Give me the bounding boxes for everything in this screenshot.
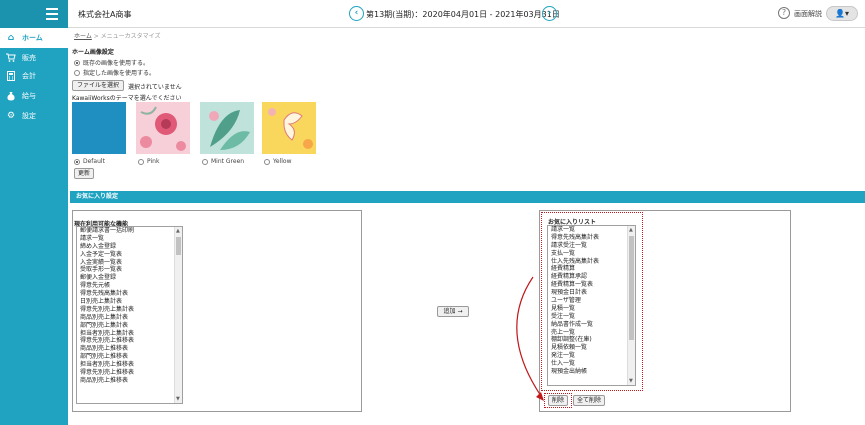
radio-button[interactable] xyxy=(138,158,144,165)
sidebar: ⌂ ホーム 販売 会計 給与 ⚙ 設定 xyxy=(0,0,68,425)
sidebar-item-label: ホーム xyxy=(22,34,43,42)
chevron-right-icon: › xyxy=(547,8,552,18)
company-name: 株式会社A商事 xyxy=(78,10,132,19)
available-list-scrollbar[interactable]: ▲ ▼ xyxy=(174,227,182,403)
sidebar-item-label: 販売 xyxy=(22,54,36,62)
list-item[interactable]: 締め入金登録 xyxy=(77,243,182,251)
radio-button[interactable] xyxy=(264,158,270,165)
list-item[interactable]: 請求一覧 xyxy=(77,235,182,243)
radio-button[interactable] xyxy=(74,59,80,66)
theme-mint-green-thumbnail[interactable] xyxy=(200,102,254,154)
help-icon[interactable]: ? xyxy=(778,7,790,19)
sidebar-item-settings[interactable]: ⚙ 設定 xyxy=(0,106,68,126)
list-item[interactable]: 入金予定一覧表 xyxy=(77,251,182,259)
header: 株式会社A商事 ‹ 第13期(当期)：2020年04月01日 - 2021年03… xyxy=(68,0,865,28)
scroll-thumb[interactable] xyxy=(176,237,181,255)
menu-toggle-button[interactable] xyxy=(0,0,68,28)
sidebar-item-payroll[interactable]: 給与 xyxy=(0,86,68,106)
chevron-left-icon: ‹ xyxy=(354,8,359,18)
theme-default-option[interactable]: Default xyxy=(74,158,105,165)
option-label: 指定した画像を使用する。 xyxy=(83,70,156,77)
sidebar-item-label: 給与 xyxy=(22,92,36,100)
help-link[interactable]: 画面解説 xyxy=(794,9,822,19)
default-image-option[interactable]: 既存の画像を使用する。 xyxy=(74,58,149,67)
scroll-down-icon[interactable]: ▼ xyxy=(176,396,180,402)
theme-label: Mint Green xyxy=(211,158,245,165)
list-item[interactable]: 担当者別売上推移表 xyxy=(77,361,182,369)
home-icon: ⌂ xyxy=(7,33,15,43)
breadcrumb-separator: > xyxy=(91,33,101,40)
sidebar-item-home[interactable]: ⌂ ホーム xyxy=(0,28,68,48)
user-menu-button[interactable]: 👤▾ xyxy=(826,6,858,21)
list-item[interactable]: 得意先残高集計表 xyxy=(77,290,182,298)
favorites-highlight-annotation xyxy=(541,212,643,391)
previous-period-button[interactable]: ‹ xyxy=(349,6,364,21)
list-item[interactable]: 得意先別売上集計表 xyxy=(77,306,182,314)
theme-label: Default xyxy=(83,158,105,165)
list-item[interactable]: 得意先別売上推移表 xyxy=(77,369,182,377)
sidebar-item-label: 設定 xyxy=(22,112,36,120)
calculator-icon xyxy=(6,71,16,81)
money-bag-icon xyxy=(6,91,16,101)
scroll-up-icon[interactable]: ▲ xyxy=(176,228,180,234)
theme-pink-option[interactable]: Pink xyxy=(138,158,159,165)
theme-yellow-thumbnail[interactable] xyxy=(262,102,316,154)
list-item[interactable]: 商品別売上推移表 xyxy=(77,377,182,385)
update-button[interactable]: 更新 xyxy=(74,168,94,179)
list-item[interactable]: 部門別売上集計表 xyxy=(77,322,182,330)
breadcrumb-home-link[interactable]: ホーム xyxy=(74,33,92,40)
theme-label: Pink xyxy=(147,158,160,165)
sidebar-item-sales[interactable]: 販売 xyxy=(0,48,68,68)
list-item[interactable]: 得意先元帳 xyxy=(77,282,182,290)
list-item[interactable]: 郵便請求書一括印刷 xyxy=(77,227,182,235)
favorites-section-header: お気に入り設定 xyxy=(70,191,865,203)
breadcrumb: ホーム > メニューカスタマイズ xyxy=(74,31,161,40)
custom-image-option[interactable]: 指定した画像を使用する。 xyxy=(74,68,155,77)
next-period-button[interactable]: › xyxy=(542,6,557,21)
list-item[interactable]: 商品別売上集計表 xyxy=(77,314,182,322)
add-button[interactable]: 追加 → xyxy=(437,306,469,317)
radio-button[interactable] xyxy=(74,69,80,76)
list-item[interactable]: 日別売上集計表 xyxy=(77,298,182,306)
cart-icon xyxy=(6,53,16,63)
file-select-button[interactable]: ファイルを選択 xyxy=(72,80,124,91)
annotation-arrow-icon xyxy=(516,276,544,401)
user-icon: 👤▾ xyxy=(835,9,849,18)
theme-default-thumbnail[interactable] xyxy=(72,102,126,154)
theme-pink-thumbnail[interactable] xyxy=(136,102,190,154)
breadcrumb-current: メニューカスタマイズ xyxy=(100,33,161,40)
theme-mint-green-option[interactable]: Mint Green xyxy=(202,158,244,165)
home-image-title: ホーム画像設定 xyxy=(72,49,114,56)
fiscal-period: 第13期(当期)：2020年04月01日 - 2021年03月31日 xyxy=(366,10,560,19)
theme-yellow-option[interactable]: Yellow xyxy=(264,158,291,165)
theme-label: Yellow xyxy=(273,158,292,165)
radio-button[interactable] xyxy=(202,158,208,165)
delete-all-button[interactable]: 全て削除 xyxy=(573,395,605,406)
list-item[interactable]: 部門別売上推移表 xyxy=(77,353,182,361)
sidebar-item-label: 会計 xyxy=(22,72,36,80)
theme-prompt: KawaiiWorksのテーマを選んでください xyxy=(72,95,182,102)
available-functions-list[interactable]: 郵便請求書一括印刷 請求一覧 締め入金登録 入金予定一覧表 入金実績一覧表 受取手形一覧表… xyxy=(76,226,183,404)
file-status: 選択されていません xyxy=(128,84,182,91)
gear-icon: ⚙ xyxy=(6,111,16,121)
option-label: 既存の画像を使用する。 xyxy=(83,60,150,67)
radio-button[interactable] xyxy=(74,158,80,165)
sidebar-item-accounting[interactable]: 会計 xyxy=(0,66,68,86)
